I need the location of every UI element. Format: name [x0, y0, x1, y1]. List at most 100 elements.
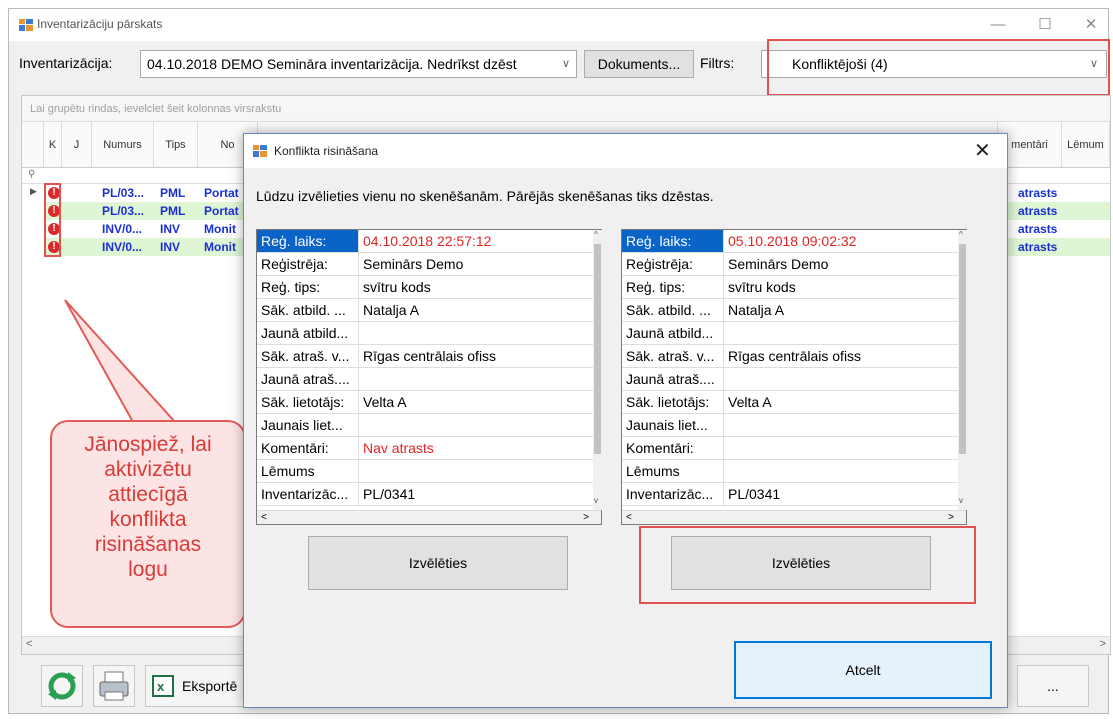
scroll-left-icon[interactable]: <: [261, 511, 267, 525]
detail-row[interactable]: Reģ. tips: svītru kods: [622, 276, 958, 299]
detail-row[interactable]: Sāk. atraš. v... Rīgas centrālais ofiss: [622, 345, 958, 368]
detail-row[interactable]: Inventarizāc... PL/0341: [257, 483, 593, 506]
detail-value: Nav atrasts: [363, 440, 434, 456]
detail-row[interactable]: Inventarizāc... PL/0341: [622, 483, 958, 506]
detail-row[interactable]: Jaunais liet...: [622, 414, 958, 437]
scroll-right-icon[interactable]: >: [948, 511, 954, 525]
detail-row[interactable]: Jaunā atbild...: [257, 322, 593, 345]
detail-row[interactable]: Sāk. atbild. ... Natalja A: [257, 299, 593, 322]
detail-key: Reģistrēja:: [261, 256, 328, 272]
detail-key: Jaunā atbild...: [626, 325, 714, 341]
scroll-down-icon[interactable]: v: [959, 496, 963, 505]
detail-key: Reģistrēja:: [626, 256, 693, 272]
export-label: Eksportē: [182, 678, 238, 694]
cell-numurs: PL/03...: [102, 186, 145, 200]
detail-key: Reģ. tips:: [261, 279, 321, 295]
print-button[interactable]: [93, 665, 135, 707]
dialog-instruction: Lūdzu izvēlieties vienu no skenēšanām. P…: [256, 188, 714, 204]
detail-key: Jaunā atbild...: [261, 325, 349, 341]
scroll-thumb[interactable]: [594, 244, 601, 454]
detail-row[interactable]: Reģistrēja: Seminārs Demo: [257, 253, 593, 276]
detail-row[interactable]: Reģ. tips: svītru kods: [257, 276, 593, 299]
detail-key: Lēmums: [261, 463, 315, 479]
cell-komentari: atrasts: [1018, 222, 1058, 236]
horizontal-scrollbar[interactable]: < >: [257, 510, 601, 524]
toolbar: Inventarizācija: 04.10.2018 DEMO Seminār…: [9, 39, 1110, 96]
detail-value: PL/0341: [363, 486, 416, 502]
cell-tips: PML: [160, 186, 186, 200]
cell-name: Monit: [204, 240, 236, 254]
detail-row[interactable]: Sāk. lietotājs: Velta A: [622, 391, 958, 414]
dialog-title-bar: Konflikta risināšana ✕: [244, 134, 1007, 168]
scroll-up-icon[interactable]: ^: [594, 230, 598, 239]
detail-key: Reģ. laiks:: [257, 230, 358, 252]
header-tips[interactable]: Tips: [154, 122, 198, 168]
more-button[interactable]: ...: [1017, 665, 1089, 707]
detail-key: Lēmums: [626, 463, 680, 479]
header-numurs[interactable]: Numurs: [92, 122, 154, 168]
detail-row[interactable]: Komentāri: Nav atrasts: [257, 437, 593, 460]
detail-row[interactable]: Sāk. atbild. ... Natalja A: [622, 299, 958, 322]
scroll-right-icon[interactable]: >: [583, 511, 589, 525]
horizontal-scrollbar[interactable]: < >: [622, 510, 966, 524]
cancel-button[interactable]: Atcelt: [734, 641, 992, 699]
detail-value: 05.10.2018 09:02:32: [728, 233, 857, 249]
detail-key: Sāk. atraš. v...: [626, 348, 715, 364]
scroll-thumb[interactable]: [959, 244, 966, 454]
detail-row[interactable]: Lēmums: [257, 460, 593, 483]
detail-row[interactable]: Reģistrēja: Seminārs Demo: [622, 253, 958, 276]
detail-key: Reģ. laiks:: [622, 230, 723, 252]
detail-key: Jaunais liet...: [261, 417, 343, 433]
refresh-button[interactable]: [41, 665, 83, 707]
window-title: Inventarizāciju pārskats: [37, 17, 163, 31]
detail-row[interactable]: Sāk. lietotājs: Velta A: [257, 391, 593, 414]
detail-row[interactable]: Komentāri:: [622, 437, 958, 460]
scroll-right-icon[interactable]: >: [1100, 638, 1106, 650]
detail-row[interactable]: Lēmums: [622, 460, 958, 483]
detail-row[interactable]: Reģ. laiks: 05.10.2018 09:02:32: [622, 230, 958, 253]
excel-icon: x: [152, 675, 174, 697]
detail-row[interactable]: Jaunā atraš....: [622, 368, 958, 391]
scroll-left-icon[interactable]: <: [26, 638, 32, 650]
scroll-down-icon[interactable]: v: [594, 496, 598, 505]
header-lemums[interactable]: Lēmum: [1062, 122, 1110, 168]
detail-row[interactable]: Jaunā atraš....: [257, 368, 593, 391]
vertical-scrollbar[interactable]: ^ v: [958, 230, 967, 510]
detail-key: Jaunā atraš....: [261, 371, 350, 387]
maximize-button[interactable]: ☐: [1031, 13, 1059, 37]
choose-right-highlight: [639, 526, 976, 604]
export-button[interactable]: x Eksportē: [145, 665, 255, 707]
detail-key: Inventarizāc...: [626, 486, 714, 502]
scan-panel-left[interactable]: Reģ. laiks: 04.10.2018 22:57:12 Reģistrēja…: [256, 229, 602, 525]
scan-panel-right[interactable]: Reģ. laiks: 05.10.2018 09:02:32 Reģistrēja…: [621, 229, 967, 525]
header-k[interactable]: K: [44, 122, 62, 168]
inventory-select[interactable]: 04.10.2018 DEMO Semināra inventarizācija…: [140, 50, 577, 78]
scroll-up-icon[interactable]: ^: [959, 230, 963, 239]
detail-key: Sāk. atbild. ...: [261, 302, 346, 318]
dialog-close-button[interactable]: ✕: [974, 138, 991, 163]
scroll-left-icon[interactable]: <: [626, 511, 632, 525]
current-row-arrow-icon: ▶: [30, 186, 37, 196]
detail-value: 04.10.2018 22:57:12: [363, 233, 492, 249]
cell-numurs: INV/0...: [102, 222, 143, 236]
detail-row[interactable]: Sāk. atraš. v... Rīgas centrālais ofiss: [257, 345, 593, 368]
documents-button[interactable]: Dokuments...: [584, 50, 694, 78]
detail-row[interactable]: Jaunais liet...: [257, 414, 593, 437]
vertical-scrollbar[interactable]: ^ v: [593, 230, 602, 510]
conflict-dialog: Konflikta risināšana ✕ Lūdzu izvēlieties…: [243, 133, 1008, 708]
header-j[interactable]: J: [62, 122, 92, 168]
refresh-icon: [48, 672, 76, 700]
detail-key: Sāk. lietotājs:: [261, 394, 345, 410]
minimize-button[interactable]: —: [984, 13, 1012, 37]
title-bar: Inventarizāciju pārskats — ☐ ✕: [9, 9, 1108, 41]
filter-highlight: [767, 39, 1110, 96]
callout-line: risināšanas: [94, 533, 202, 556]
detail-key: Sāk. atraš. v...: [261, 348, 350, 364]
close-window-button[interactable]: ✕: [1077, 13, 1105, 37]
filter-icon: ⚲: [28, 169, 36, 180]
detail-row[interactable]: Reģ. laiks: 04.10.2018 22:57:12: [257, 230, 593, 253]
detail-row[interactable]: Jaunā atbild...: [622, 322, 958, 345]
detail-value: Rīgas centrālais ofiss: [363, 348, 497, 364]
choose-left-button[interactable]: Izvēlēties: [308, 536, 568, 590]
group-hint: Lai grupētu rindas, ievelciet šeit kolon…: [22, 96, 1110, 122]
